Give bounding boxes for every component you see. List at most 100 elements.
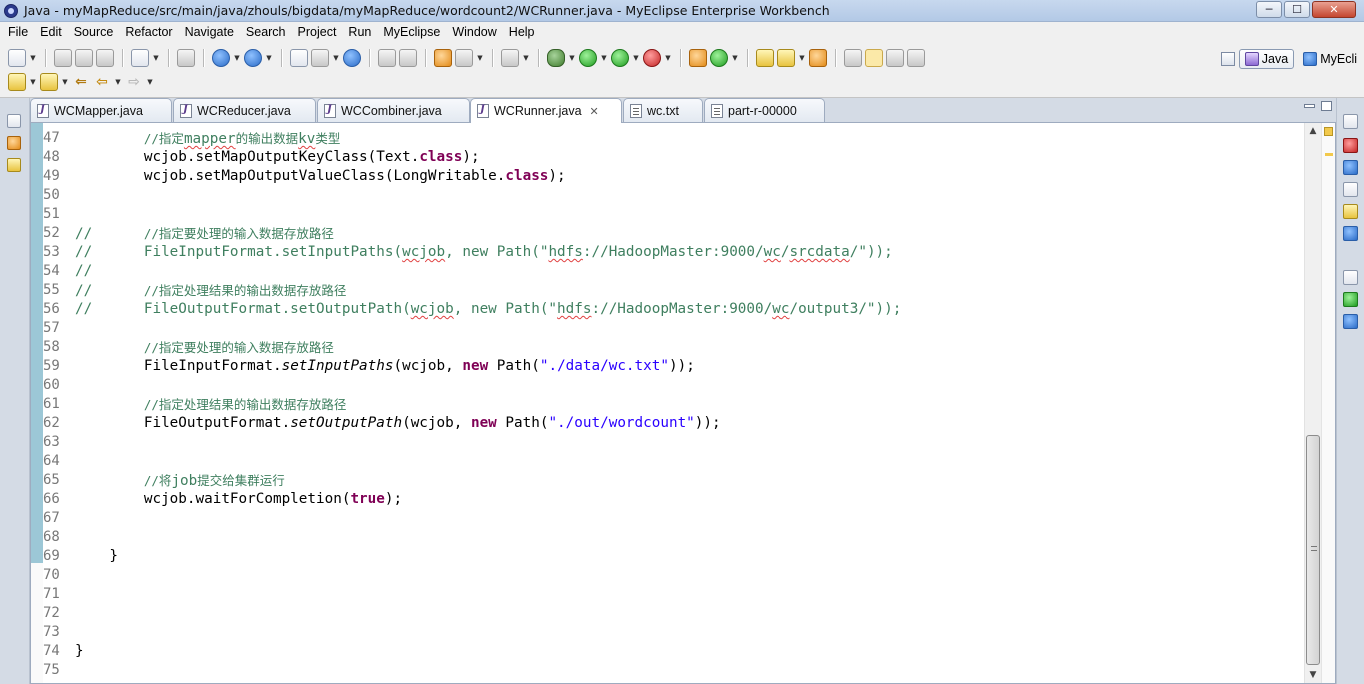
code-line[interactable] bbox=[75, 585, 901, 604]
close-button[interactable]: ✕ bbox=[1312, 1, 1356, 18]
javadoc-icon[interactable] bbox=[1343, 160, 1358, 175]
tool-icon[interactable] bbox=[399, 49, 417, 67]
coverage-icon[interactable] bbox=[611, 49, 629, 67]
code-line[interactable] bbox=[75, 433, 901, 452]
print-icon[interactable] bbox=[96, 49, 114, 67]
tab-wc-txt[interactable]: wc.txt bbox=[623, 98, 703, 122]
tab-wcmapper[interactable]: WCMapper.java bbox=[30, 98, 172, 122]
back-icon[interactable]: ⇦ bbox=[93, 73, 111, 91]
mark-occurrences-icon[interactable] bbox=[865, 49, 883, 67]
debug-icon[interactable] bbox=[547, 49, 565, 67]
code-line[interactable]: // //指定要处理的输入数据存放路径 bbox=[75, 224, 901, 243]
code-line[interactable]: } bbox=[75, 642, 901, 661]
code-line[interactable]: //指定mapper的输出数据kv类型 bbox=[75, 129, 901, 148]
declaration-icon[interactable] bbox=[1343, 182, 1358, 197]
code-line[interactable]: // //指定处理结果的输出数据存放路径 bbox=[75, 281, 901, 300]
tab-wcrunner[interactable]: WCRunner.java ✕ bbox=[470, 98, 622, 123]
browser-globe-icon[interactable] bbox=[343, 49, 361, 67]
open-perspective-icon[interactable] bbox=[1220, 52, 1235, 66]
external-tools-icon[interactable] bbox=[643, 49, 661, 67]
run-dropdown-icon[interactable]: ▼ bbox=[600, 49, 608, 67]
new-interface-icon[interactable] bbox=[689, 49, 707, 67]
code-line[interactable] bbox=[75, 452, 901, 471]
code-line[interactable]: wcjob.waitForCompletion(true); bbox=[75, 490, 901, 509]
restore-view-icon[interactable] bbox=[1343, 114, 1358, 129]
forward-dropdown-icon[interactable]: ▼ bbox=[146, 73, 154, 91]
hierarchy-icon[interactable] bbox=[7, 158, 21, 172]
tool-icon[interactable] bbox=[378, 49, 396, 67]
menu-window[interactable]: Window bbox=[446, 22, 502, 42]
menu-edit[interactable]: Edit bbox=[34, 22, 68, 42]
code-line[interactable] bbox=[75, 376, 901, 395]
new-java-project-icon[interactable] bbox=[131, 49, 149, 67]
menu-source[interactable]: Source bbox=[68, 22, 120, 42]
code-line[interactable] bbox=[75, 319, 901, 338]
code-line[interactable]: FileOutputFormat.setOutputPath(wcjob, ne… bbox=[75, 414, 901, 433]
code-line[interactable]: } bbox=[75, 547, 901, 566]
open-type-icon[interactable] bbox=[177, 49, 195, 67]
new-dropdown-icon[interactable]: ▼ bbox=[29, 49, 37, 67]
new-class-icon[interactable] bbox=[244, 49, 262, 67]
new-enum-icon[interactable] bbox=[710, 49, 728, 67]
dropdown-icon[interactable]: ▼ bbox=[522, 49, 530, 67]
java-perspective-button[interactable]: Java bbox=[1238, 49, 1295, 69]
menu-project[interactable]: Project bbox=[292, 22, 343, 42]
screenshot-icon[interactable] bbox=[501, 49, 519, 67]
previous-annotation-icon[interactable] bbox=[40, 73, 58, 91]
code-line[interactable]: FileInputFormat.setInputPaths(wcjob, new… bbox=[75, 357, 901, 376]
back-dropdown-icon[interactable]: ▼ bbox=[114, 73, 122, 91]
code-line[interactable]: //将job提交给集群运行 bbox=[75, 471, 901, 490]
warning-summary-icon[interactable] bbox=[1324, 127, 1333, 136]
open-task-icon[interactable] bbox=[809, 49, 827, 67]
outline-icon[interactable] bbox=[1343, 314, 1358, 329]
code-line[interactable]: // FileInputFormat.setInputPaths(wcjob, … bbox=[75, 243, 901, 262]
dropdown-icon[interactable]: ▼ bbox=[332, 49, 340, 67]
code-line[interactable]: //指定要处理的输入数据存放路径 bbox=[75, 338, 901, 357]
console-icon[interactable] bbox=[1343, 226, 1358, 241]
next-annotation-icon[interactable] bbox=[8, 73, 26, 91]
scroll-down-icon[interactable]: ▼ bbox=[1305, 667, 1321, 683]
menu-help[interactable]: Help bbox=[503, 22, 541, 42]
scroll-thumb[interactable] bbox=[1306, 435, 1320, 665]
tab-wccombiner[interactable]: WCCombiner.java bbox=[317, 98, 470, 122]
code-line[interactable]: wcjob.setMapOutputKeyClass(Text.class); bbox=[75, 148, 901, 167]
code-line[interactable] bbox=[75, 623, 901, 642]
overview-ruler[interactable] bbox=[1321, 123, 1335, 683]
code-line[interactable]: wcjob.setMapOutputValueClass(LongWritabl… bbox=[75, 167, 901, 186]
code-line[interactable] bbox=[75, 528, 901, 547]
open-folder-icon[interactable] bbox=[756, 49, 774, 67]
menu-run[interactable]: Run bbox=[342, 22, 377, 42]
minimize-button[interactable]: ─ bbox=[1256, 1, 1282, 18]
save-all-icon[interactable] bbox=[75, 49, 93, 67]
dropdown-icon[interactable]: ▼ bbox=[29, 73, 37, 91]
code-text-area[interactable]: //指定mapper的输出数据kv类型 wcjob.setMapOutputKe… bbox=[75, 129, 901, 680]
maximize-editor-icon[interactable] bbox=[1321, 101, 1332, 111]
menu-refactor[interactable]: Refactor bbox=[119, 22, 178, 42]
last-edit-location-icon[interactable]: ⇐ bbox=[72, 73, 90, 91]
dropdown-icon[interactable]: ▼ bbox=[152, 49, 160, 67]
server-icon[interactable] bbox=[311, 49, 329, 67]
search-view-icon[interactable] bbox=[1343, 204, 1358, 219]
dropdown-icon[interactable]: ▼ bbox=[265, 49, 273, 67]
dropdown-icon[interactable]: ▼ bbox=[233, 49, 241, 67]
code-line[interactable] bbox=[75, 186, 901, 205]
run-icon[interactable] bbox=[579, 49, 597, 67]
code-line[interactable] bbox=[75, 205, 901, 224]
minimize-editor-icon[interactable] bbox=[1304, 104, 1315, 108]
menu-myeclipse[interactable]: MyEclipse bbox=[377, 22, 446, 42]
forward-icon[interactable]: ⇨ bbox=[125, 73, 143, 91]
problems-icon[interactable] bbox=[1343, 138, 1358, 153]
menu-search[interactable]: Search bbox=[240, 22, 292, 42]
restore-view-icon[interactable] bbox=[7, 114, 21, 128]
deploy-icon[interactable] bbox=[290, 49, 308, 67]
debug-dropdown-icon[interactable]: ▼ bbox=[568, 49, 576, 67]
menu-file[interactable]: File bbox=[2, 22, 34, 42]
dropdown-icon[interactable]: ▼ bbox=[476, 49, 484, 67]
save-icon[interactable] bbox=[54, 49, 72, 67]
code-line[interactable]: // bbox=[75, 262, 901, 281]
code-line[interactable]: //指定处理结果的输出数据存放路径 bbox=[75, 395, 901, 414]
tab-part-r-00000[interactable]: part-r-00000 bbox=[704, 98, 825, 122]
code-line[interactable] bbox=[75, 509, 901, 528]
tab-wcreducer[interactable]: WCReducer.java bbox=[173, 98, 316, 122]
toggle-breadcrumb-icon[interactable] bbox=[844, 49, 862, 67]
